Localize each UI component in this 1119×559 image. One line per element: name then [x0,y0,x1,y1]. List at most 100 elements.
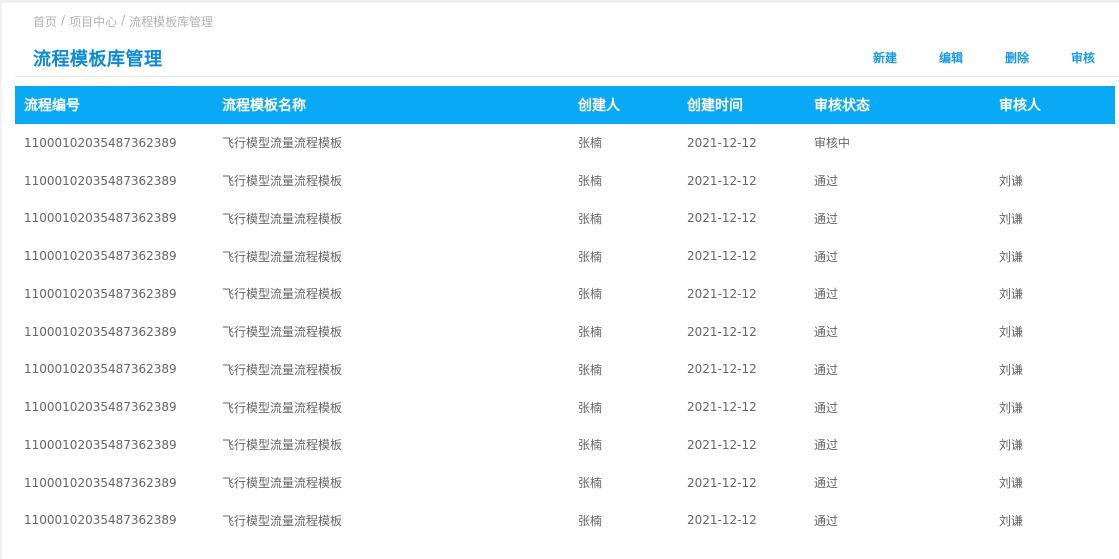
process-id-cell: 11000102035487362389 [24,513,177,528]
template-name-cell: 飞行模型流量流程模板 [222,400,343,415]
review-status-cell: 通过 [814,476,839,491]
reviewer-cell: 刘谦 [999,211,1024,226]
new-button[interactable]: 新建 [873,49,897,66]
create-time-cell: 2021-12-12 [687,324,757,339]
process-id-cell: 11000102035487362389 [24,475,177,490]
template-name-cell: 飞行模型流量流程模板 [222,249,343,264]
create-time-cell: 2021-12-12 [687,135,757,150]
process-id-cell: 11000102035487362389 [24,135,177,150]
breadcrumb-current: 流程模板库管理 [129,15,214,29]
toolbar: 新建 编辑 删除 审核 [831,49,1095,66]
reviewer-cell: 刘谦 [999,325,1024,340]
process-id-cell: 11000102035487362389 [24,249,177,264]
table-row[interactable]: 11000102035487362389 飞行模型流量流程模板 张楠 2021-12-… [15,275,1115,313]
create-time-cell: 2021-12-12 [687,362,757,377]
edit-button[interactable]: 编辑 [939,49,963,66]
create-time-cell: 2021-12-12 [687,286,757,301]
reviewer-cell: 刘谦 [999,249,1024,264]
review-status-cell: 通过 [814,513,839,528]
review-button[interactable]: 审核 [1071,49,1095,66]
creator-cell: 张楠 [578,287,603,302]
breadcrumb-project-center[interactable]: 项目中心 [69,13,117,30]
template-name-cell: 飞行模型流量流程模板 [222,362,343,377]
review-status-cell: 通过 [814,438,839,453]
template-name-cell: 飞行模型流量流程模板 [222,211,343,226]
review-status-cell: 通过 [814,174,839,189]
table-row[interactable]: 11000102035487362389 飞行模型流量流程模板 张楠 2021-12-… [15,502,1115,540]
reviewer-cell: 刘谦 [999,438,1024,453]
creator-cell: 张楠 [578,174,603,189]
reviewer-cell: 刘谦 [999,362,1024,377]
reviewer-cell: 刘谦 [999,400,1024,415]
header-divider [15,76,1119,77]
template-name-cell: 飞行模型流量流程模板 [222,287,343,302]
col-header-create-time[interactable]: 创建时间 [687,95,814,115]
create-time-cell: 2021-12-12 [687,173,757,188]
creator-cell: 张楠 [578,249,603,264]
table-row[interactable]: 11000102035487362389 飞行模型流量流程模板 张楠 2021-12-… [15,388,1115,426]
create-time-cell: 2021-12-12 [687,211,757,226]
table-row[interactable]: 11000102035487362389 飞行模型流量流程模板 张楠 2021-12-… [15,464,1115,502]
breadcrumb-separator: / [61,13,66,27]
creator-cell: 张楠 [578,211,603,226]
process-id-cell: 11000102035487362389 [24,173,177,188]
top-border [0,0,1119,3]
reviewer-cell: 刘谦 [999,174,1024,189]
table-row[interactable]: 11000102035487362389 飞行模型流量流程模板 张楠 2021-12-… [15,162,1115,200]
template-name-cell: 飞行模型流量流程模板 [222,325,343,340]
table-row[interactable]: 11000102035487362389 飞行模型流量流程模板 张楠 2021-12-… [15,426,1115,464]
breadcrumb-separator: / [121,13,126,27]
template-name-cell: 飞行模型流量流程模板 [222,174,343,189]
create-time-cell: 2021-12-12 [687,437,757,452]
review-status-cell: 通过 [814,287,839,302]
table-row[interactable]: 11000102035487362389 飞行模型流量流程模板 张楠 2021-12-… [15,124,1115,162]
create-time-cell: 2021-12-12 [687,249,757,264]
left-edge-strip [0,3,2,559]
reviewer-cell: 刘谦 [999,287,1024,302]
table-row[interactable]: 11000102035487362389 飞行模型流量流程模板 张楠 2021-12-… [15,313,1115,351]
creator-cell: 张楠 [578,400,603,415]
reviewer-cell: 刘谦 [999,476,1024,491]
col-header-creator[interactable]: 创建人 [578,95,687,115]
process-id-cell: 11000102035487362389 [24,324,177,339]
breadcrumb: 首页 / 项目中心 / 流程模板库管理 [33,13,213,30]
template-table: 流程编号 流程模板名称 创建人 创建时间 审核状态 审核人 1100010203… [15,86,1115,539]
table-row[interactable]: 11000102035487362389 飞行模型流量流程模板 张楠 2021-12-… [15,200,1115,238]
table-header: 流程编号 流程模板名称 创建人 创建时间 审核状态 审核人 [15,86,1115,124]
process-id-cell: 11000102035487362389 [24,211,177,226]
creator-cell: 张楠 [578,362,603,377]
creator-cell: 张楠 [578,325,603,340]
template-name-cell: 飞行模型流量流程模板 [222,513,343,528]
template-name-cell: 飞行模型流量流程模板 [222,438,343,453]
create-time-cell: 2021-12-12 [687,513,757,528]
review-status-cell: 通过 [814,362,839,377]
table-row[interactable]: 11000102035487362389 飞行模型流量流程模板 张楠 2021-12-… [15,351,1115,389]
create-time-cell: 2021-12-12 [687,475,757,490]
breadcrumb-home[interactable]: 首页 [33,13,57,30]
reviewer-cell: 刘谦 [999,513,1024,528]
creator-cell: 张楠 [578,513,603,528]
process-id-cell: 11000102035487362389 [24,362,177,377]
review-status-cell: 通过 [814,325,839,340]
col-header-reviewer[interactable]: 审核人 [999,95,1115,115]
col-header-process-id[interactable]: 流程编号 [15,95,222,115]
creator-cell: 张楠 [578,438,603,453]
review-status-cell: 通过 [814,211,839,226]
template-name-cell: 飞行模型流量流程模板 [222,136,343,151]
table-row[interactable]: 11000102035487362389 飞行模型流量流程模板 张楠 2021-12-… [15,237,1115,275]
review-status-cell: 通过 [814,400,839,415]
template-name-cell: 飞行模型流量流程模板 [222,476,343,491]
delete-button[interactable]: 删除 [1005,49,1029,66]
review-status-cell: 审核中 [814,136,851,151]
col-header-template-name[interactable]: 流程模板名称 [222,95,578,115]
creator-cell: 张楠 [578,476,603,491]
create-time-cell: 2021-12-12 [687,400,757,415]
col-header-review-status[interactable]: 审核状态 [814,95,999,115]
process-id-cell: 11000102035487362389 [24,437,177,452]
table-body: 11000102035487362389 飞行模型流量流程模板 张楠 2021-12-… [15,124,1115,539]
page-title: 流程模板库管理 [33,49,163,70]
process-id-cell: 11000102035487362389 [24,286,177,301]
process-id-cell: 11000102035487362389 [24,400,177,415]
creator-cell: 张楠 [578,136,603,151]
review-status-cell: 通过 [814,249,839,264]
